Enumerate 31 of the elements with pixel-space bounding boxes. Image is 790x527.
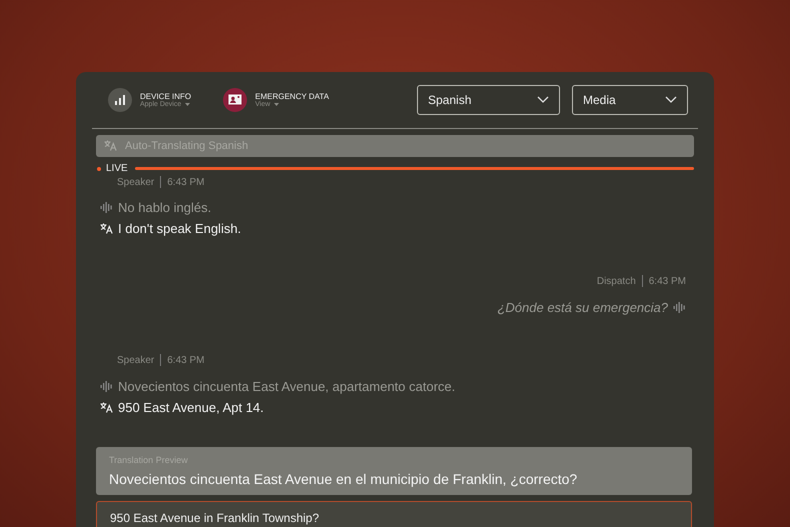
translate-icon bbox=[100, 402, 113, 414]
waveform-icon bbox=[100, 202, 113, 214]
timestamp: 6:43 PM bbox=[648, 276, 686, 287]
caret-icon bbox=[274, 102, 280, 106]
live-label: LIVE bbox=[106, 163, 128, 174]
chevron-icon bbox=[537, 96, 549, 104]
input-field[interactable]: 950 East Avenue in Franklin Township? bbox=[96, 501, 692, 527]
waveform-icon bbox=[100, 381, 113, 392]
signal-icon bbox=[108, 88, 132, 112]
live-dot bbox=[97, 166, 101, 171]
chevron-icon bbox=[665, 96, 677, 104]
dropdown[interactable]: Spanish bbox=[417, 84, 560, 115]
translate-icon bbox=[100, 223, 113, 234]
timestamp: 6:43 PM bbox=[167, 354, 204, 366]
preview-text: Novecientos cincuenta East Avenue en el municipio de Franklin, ¿correcto? bbox=[109, 471, 578, 488]
waveform-icon bbox=[673, 302, 686, 314]
speaker-label: Dispatch bbox=[596, 276, 636, 287]
translation-text: I don't speak English. bbox=[118, 221, 242, 236]
transcript-text: Novecientos cincuenta East Avenue, apartamento catorce. bbox=[118, 379, 456, 394]
timestamp: 6:43 PM bbox=[167, 176, 204, 188]
section-label: DEVICE INFO bbox=[140, 92, 192, 101]
id-card-icon bbox=[223, 88, 248, 112]
caret-icon bbox=[185, 102, 190, 106]
translation-text: 950 East Avenue, Apt 14. bbox=[118, 400, 264, 416]
translate-icon bbox=[104, 140, 117, 152]
transcript-text: No hablo inglés. bbox=[118, 200, 212, 216]
speaker-label: Speaker bbox=[117, 354, 154, 366]
speaker-label: Speaker bbox=[117, 176, 154, 188]
section-label: EMERGENCY DATA bbox=[255, 92, 329, 101]
transcript-text: ¿Dónde está su emergencia? bbox=[497, 300, 668, 316]
dropdown[interactable]: Media bbox=[572, 84, 688, 115]
